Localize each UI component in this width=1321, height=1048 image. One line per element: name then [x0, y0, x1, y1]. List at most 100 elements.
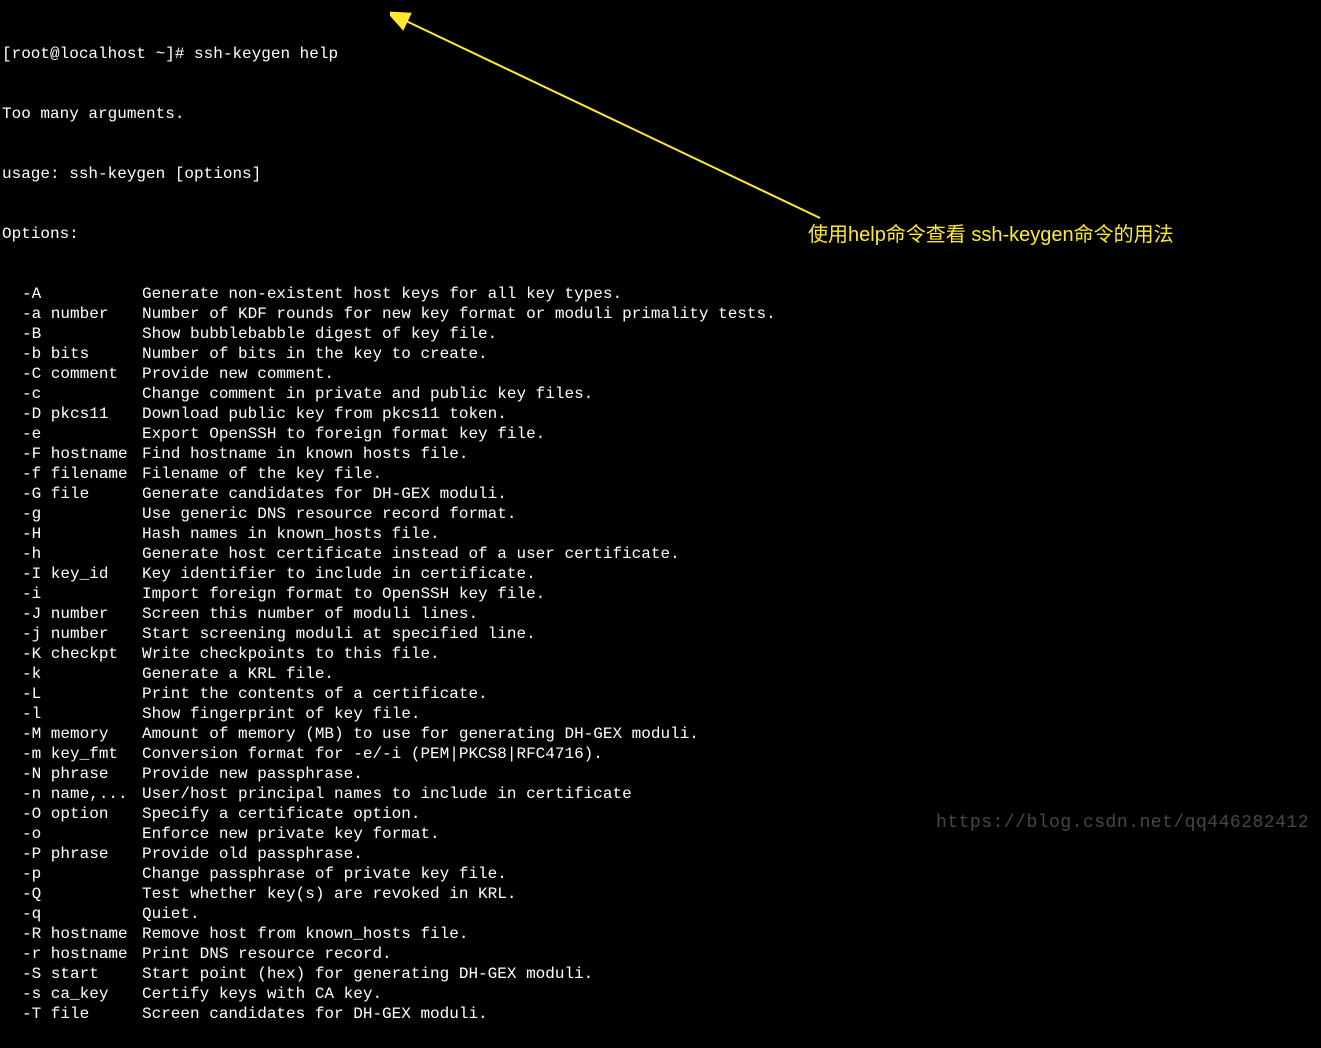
option-row: -kGenerate a KRL file.	[2, 664, 1319, 684]
option-row: -a numberNumber of KDF rounds for new ke…	[2, 304, 1319, 324]
option-flag: -l	[2, 704, 142, 724]
option-row: -s ca_keyCertify keys with CA key.	[2, 984, 1319, 1004]
option-description: Remove host from known_hosts file.	[142, 925, 468, 943]
option-flag: -i	[2, 584, 142, 604]
option-description: Show fingerprint of key file.	[142, 705, 420, 723]
option-description: Screen candidates for DH-GEX moduli.	[142, 1005, 488, 1023]
option-row: -AGenerate non-existent host keys for al…	[2, 284, 1319, 304]
option-description: Generate non-existent host keys for all …	[142, 285, 622, 303]
option-row: -QTest whether key(s) are revoked in KRL…	[2, 884, 1319, 904]
option-flag: -R hostname	[2, 924, 142, 944]
option-flag: -S start	[2, 964, 142, 984]
option-row: -gUse generic DNS resource record format…	[2, 504, 1319, 524]
option-flag: -e	[2, 424, 142, 444]
option-row: -iImport foreign format to OpenSSH key f…	[2, 584, 1319, 604]
usage-line: usage: ssh-keygen [options]	[2, 164, 1319, 184]
option-row: -D pkcs11Download public key from pkcs11…	[2, 404, 1319, 424]
option-flag: -H	[2, 524, 142, 544]
terminal-output[interactable]: [root@localhost ~]# ssh-keygen help Too …	[0, 0, 1321, 1048]
option-description: Use generic DNS resource record format.	[142, 505, 516, 523]
option-flag: -O option	[2, 804, 142, 824]
option-row: -I key_idKey identifier to include in ce…	[2, 564, 1319, 584]
option-row: -cChange comment in private and public k…	[2, 384, 1319, 404]
option-flag: -h	[2, 544, 142, 564]
annotation-text: 使用help命令查看 ssh-keygen命令的用法	[808, 225, 1174, 245]
option-flag: -P phrase	[2, 844, 142, 864]
option-flag: -C comment	[2, 364, 142, 384]
option-description: Print the contents of a certificate.	[142, 685, 488, 703]
option-row: -lShow fingerprint of key file.	[2, 704, 1319, 724]
option-description: Certify keys with CA key.	[142, 985, 382, 1003]
option-row: -J numberScreen this number of moduli li…	[2, 604, 1319, 624]
option-description: Provide new passphrase.	[142, 765, 363, 783]
option-description: Hash names in known_hosts file.	[142, 525, 440, 543]
option-flag: -I key_id	[2, 564, 142, 584]
option-flag: -D pkcs11	[2, 404, 142, 424]
option-description: Screen this number of moduli lines.	[142, 605, 478, 623]
option-flag: -g	[2, 504, 142, 524]
option-description: Find hostname in known hosts file.	[142, 445, 468, 463]
option-description: Import foreign format to OpenSSH key fil…	[142, 585, 545, 603]
option-row: -r hostnamePrint DNS resource record.	[2, 944, 1319, 964]
option-row: -eExport OpenSSH to foreign format key f…	[2, 424, 1319, 444]
option-row: -b bitsNumber of bits in the key to crea…	[2, 344, 1319, 364]
option-flag: -m key_fmt	[2, 744, 142, 764]
option-flag: -T file	[2, 1004, 142, 1024]
option-flag: -n name,...	[2, 784, 142, 804]
option-description: Generate host certificate instead of a u…	[142, 545, 680, 563]
option-description: Number of KDF rounds for new key format …	[142, 305, 776, 323]
option-description: Export OpenSSH to foreign format key fil…	[142, 425, 545, 443]
option-row: -pChange passphrase of private key file.	[2, 864, 1319, 884]
option-description: Start point (hex) for generating DH-GEX …	[142, 965, 593, 983]
option-description: Show bubblebabble digest of key file.	[142, 325, 497, 343]
option-description: Quiet.	[142, 905, 200, 923]
option-flag: -a number	[2, 304, 142, 324]
option-flag: -k	[2, 664, 142, 684]
option-flag: -A	[2, 284, 142, 304]
option-flag: -J number	[2, 604, 142, 624]
option-flag: -Q	[2, 884, 142, 904]
option-description: Specify a certificate option.	[142, 805, 420, 823]
option-row: -qQuiet.	[2, 904, 1319, 924]
option-description: Amount of memory (MB) to use for generat…	[142, 725, 699, 743]
option-flag: -r hostname	[2, 944, 142, 964]
option-flag: -B	[2, 324, 142, 344]
options-list: -AGenerate non-existent host keys for al…	[2, 284, 1319, 1024]
option-description: Filename of the key file.	[142, 465, 382, 483]
option-row: -R hostnameRemove host from known_hosts …	[2, 924, 1319, 944]
option-row: -N phraseProvide new passphrase.	[2, 764, 1319, 784]
option-row: -F hostnameFind hostname in known hosts …	[2, 444, 1319, 464]
option-description: Conversion format for -e/-i (PEM|PKCS8|R…	[142, 745, 603, 763]
option-row: -BShow bubblebabble digest of key file.	[2, 324, 1319, 344]
option-description: Write checkpoints to this file.	[142, 645, 440, 663]
option-description: Key identifier to include in certificate…	[142, 565, 536, 583]
option-description: Print DNS resource record.	[142, 945, 392, 963]
option-flag: -o	[2, 824, 142, 844]
option-flag: -G file	[2, 484, 142, 504]
option-description: Start screening moduli at specified line…	[142, 625, 536, 643]
option-description: User/host principal names to include in …	[142, 785, 632, 803]
option-description: Generate a KRL file.	[142, 665, 334, 683]
option-description: Test whether key(s) are revoked in KRL.	[142, 885, 516, 903]
option-flag: -N phrase	[2, 764, 142, 784]
command-prompt-line: [root@localhost ~]# ssh-keygen help	[2, 44, 1319, 64]
option-flag: -K checkpt	[2, 644, 142, 664]
option-row: -G fileGenerate candidates for DH-GEX mo…	[2, 484, 1319, 504]
option-flag: -M memory	[2, 724, 142, 744]
option-row: -j numberStart screening moduli at speci…	[2, 624, 1319, 644]
watermark-text: https://blog.csdn.net/qq446282412	[936, 813, 1309, 833]
option-flag: -j number	[2, 624, 142, 644]
option-description: Number of bits in the key to create.	[142, 345, 488, 363]
option-row: -LPrint the contents of a certificate.	[2, 684, 1319, 704]
option-description: Change passphrase of private key file.	[142, 865, 507, 883]
option-row: -P phraseProvide old passphrase.	[2, 844, 1319, 864]
option-row: -hGenerate host certificate instead of a…	[2, 544, 1319, 564]
option-row: -M memoryAmount of memory (MB) to use fo…	[2, 724, 1319, 744]
option-description: Provide new comment.	[142, 365, 334, 383]
option-row: -T fileScreen candidates for DH-GEX modu…	[2, 1004, 1319, 1024]
option-row: -n name,...User/host principal names to …	[2, 784, 1319, 804]
option-description: Change comment in private and public key…	[142, 385, 593, 403]
option-row: -S startStart point (hex) for generating…	[2, 964, 1319, 984]
option-description: Generate candidates for DH-GEX moduli.	[142, 485, 507, 503]
option-row: -K checkptWrite checkpoints to this file…	[2, 644, 1319, 664]
